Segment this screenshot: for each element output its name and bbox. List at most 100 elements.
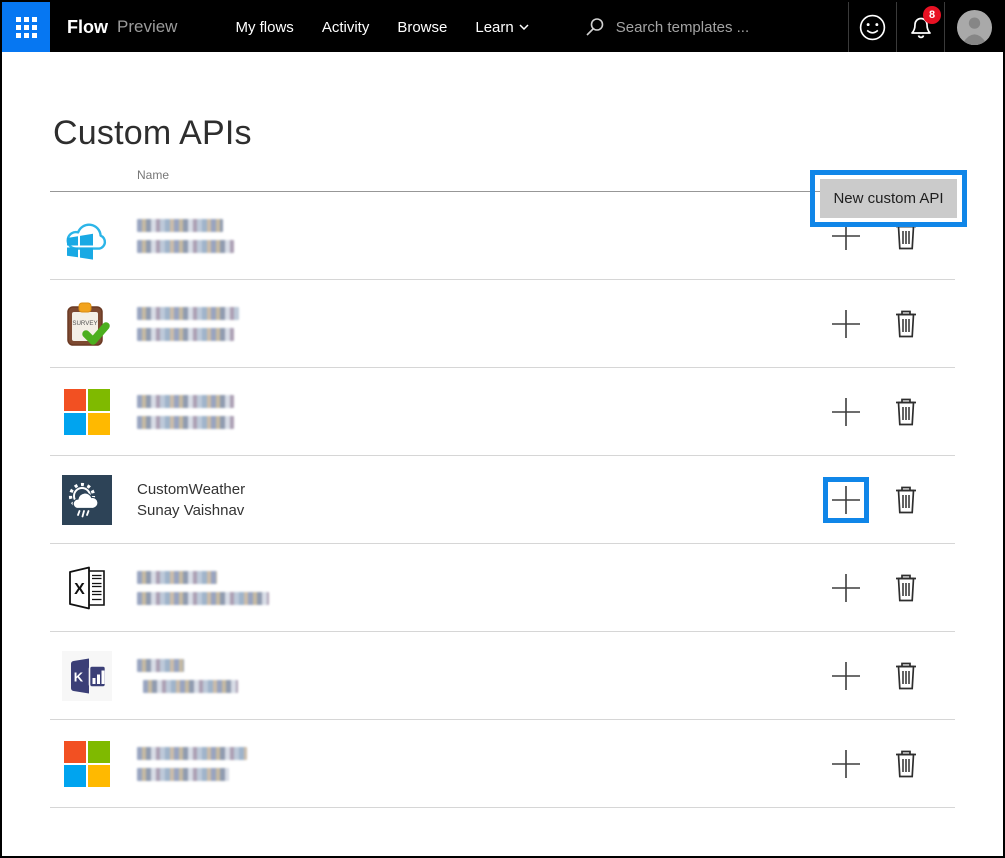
topbar: Flow Preview My flows Activity Browse Le…: [2, 2, 1003, 52]
custom-api-row: X: [50, 544, 955, 632]
top-nav: My flows Activity Browse Learn: [235, 2, 528, 52]
custom-api-row: SURVEY: [50, 280, 955, 368]
template-search: [585, 2, 848, 52]
trash-icon: [893, 397, 919, 427]
api-name-redacted: [137, 307, 239, 320]
nav-learn[interactable]: Learn: [475, 19, 528, 36]
trash-icon: [893, 661, 919, 691]
nav-learn-label: Learn: [475, 19, 513, 36]
highlight-annotation: New custom API: [810, 170, 967, 227]
nav-my-flows[interactable]: My flows: [235, 19, 293, 36]
plus-icon: [831, 485, 861, 515]
search-icon: [585, 17, 605, 37]
search-input[interactable]: [616, 19, 846, 36]
svg-text:X: X: [74, 581, 85, 598]
svg-text:SURVEY: SURVEY: [72, 320, 97, 327]
api-name-redacted: [137, 571, 217, 584]
api-text: [137, 571, 269, 605]
api-name-redacted: [137, 395, 234, 408]
api-author-redacted: [137, 240, 234, 253]
api-name: CustomWeather: [137, 479, 245, 500]
row-actions: [823, 653, 919, 699]
kusto-icon: K: [62, 651, 112, 701]
plus-icon: [831, 573, 861, 603]
smiley-icon: [858, 13, 887, 42]
add-api-button[interactable]: [831, 573, 861, 603]
delete-api-button[interactable]: [893, 661, 919, 691]
add-wrap: [823, 301, 869, 347]
api-author-redacted: [137, 328, 234, 341]
row-actions: [823, 741, 919, 787]
api-author: Sunay Vaishnav: [137, 500, 245, 521]
add-api-button[interactable]: [831, 661, 861, 691]
waffle-grid-icon: [16, 17, 37, 38]
delete-api-button[interactable]: [893, 397, 919, 427]
plus-icon: [831, 661, 861, 691]
brand: Flow Preview: [67, 2, 177, 52]
api-text: CustomWeatherSunay Vaishnav: [137, 479, 245, 521]
add-api-button[interactable]: [831, 749, 861, 779]
chevron-down-icon: [519, 24, 529, 30]
trash-icon: [893, 749, 919, 779]
custom-api-row: [50, 368, 955, 456]
api-text: [137, 219, 234, 253]
account-button[interactable]: [945, 2, 1003, 52]
trash-icon: [893, 485, 919, 515]
topbar-icons: 8: [848, 2, 1003, 52]
trash-icon: [893, 573, 919, 603]
add-api-button[interactable]: [831, 309, 861, 339]
api-text: [137, 395, 234, 429]
feedback-smiley-button[interactable]: [849, 2, 896, 52]
add-wrap: [823, 741, 869, 787]
page-title: Custom APIs: [53, 114, 1003, 153]
plus-icon: [831, 749, 861, 779]
survey-clipboard-icon: SURVEY: [62, 299, 112, 349]
highlight-annotation: [823, 477, 869, 523]
api-text: [137, 659, 238, 693]
plus-icon: [831, 309, 861, 339]
azure-cloud-icon: [62, 211, 112, 261]
add-wrap: [823, 389, 869, 435]
delete-api-button[interactable]: [893, 485, 919, 515]
brand-preview-label: Preview: [117, 17, 177, 37]
api-text: [137, 307, 239, 341]
api-author-redacted: [143, 680, 238, 693]
nav-browse[interactable]: Browse: [397, 19, 447, 36]
api-name-redacted: [137, 219, 223, 232]
api-name-redacted: [137, 659, 184, 672]
row-actions: [823, 565, 919, 611]
notifications-button[interactable]: 8: [897, 2, 944, 52]
add-api-button[interactable]: [831, 485, 861, 515]
notification-badge: 8: [923, 6, 941, 24]
excel-icon: X: [62, 563, 112, 613]
custom-api-row: K: [50, 632, 955, 720]
plus-icon: [831, 397, 861, 427]
svg-text:K: K: [74, 669, 84, 684]
delete-api-button[interactable]: [893, 309, 919, 339]
waffle-icon[interactable]: [2, 2, 50, 52]
api-text: [137, 747, 247, 781]
delete-api-button[interactable]: [893, 749, 919, 779]
api-author-redacted: [137, 768, 229, 781]
add-wrap: [823, 653, 869, 699]
avatar-icon: [956, 9, 993, 46]
row-actions: [823, 389, 919, 435]
app-window: Flow Preview My flows Activity Browse Le…: [0, 0, 1005, 858]
microsoft-logo-icon: [62, 739, 112, 789]
main-content: Custom APIs New custom API Name SURVEYCu…: [2, 114, 1003, 808]
api-name-redacted: [137, 747, 247, 760]
delete-api-button[interactable]: [893, 573, 919, 603]
custom-api-row: [50, 720, 955, 808]
custom-api-row: CustomWeatherSunay Vaishnav: [50, 456, 955, 544]
custom-api-list: SURVEY CustomWeatherSunay Vaishnav X K: [50, 191, 955, 808]
row-actions: [823, 477, 919, 523]
row-actions: [823, 301, 919, 347]
new-custom-api-button[interactable]: New custom API: [820, 179, 957, 218]
add-api-button[interactable]: [831, 397, 861, 427]
brand-name: Flow: [67, 17, 108, 38]
microsoft-logo-icon: [62, 387, 112, 437]
nav-activity[interactable]: Activity: [322, 19, 370, 36]
add-wrap: [823, 565, 869, 611]
api-author-redacted: [137, 416, 234, 429]
weather-icon: [62, 475, 112, 525]
